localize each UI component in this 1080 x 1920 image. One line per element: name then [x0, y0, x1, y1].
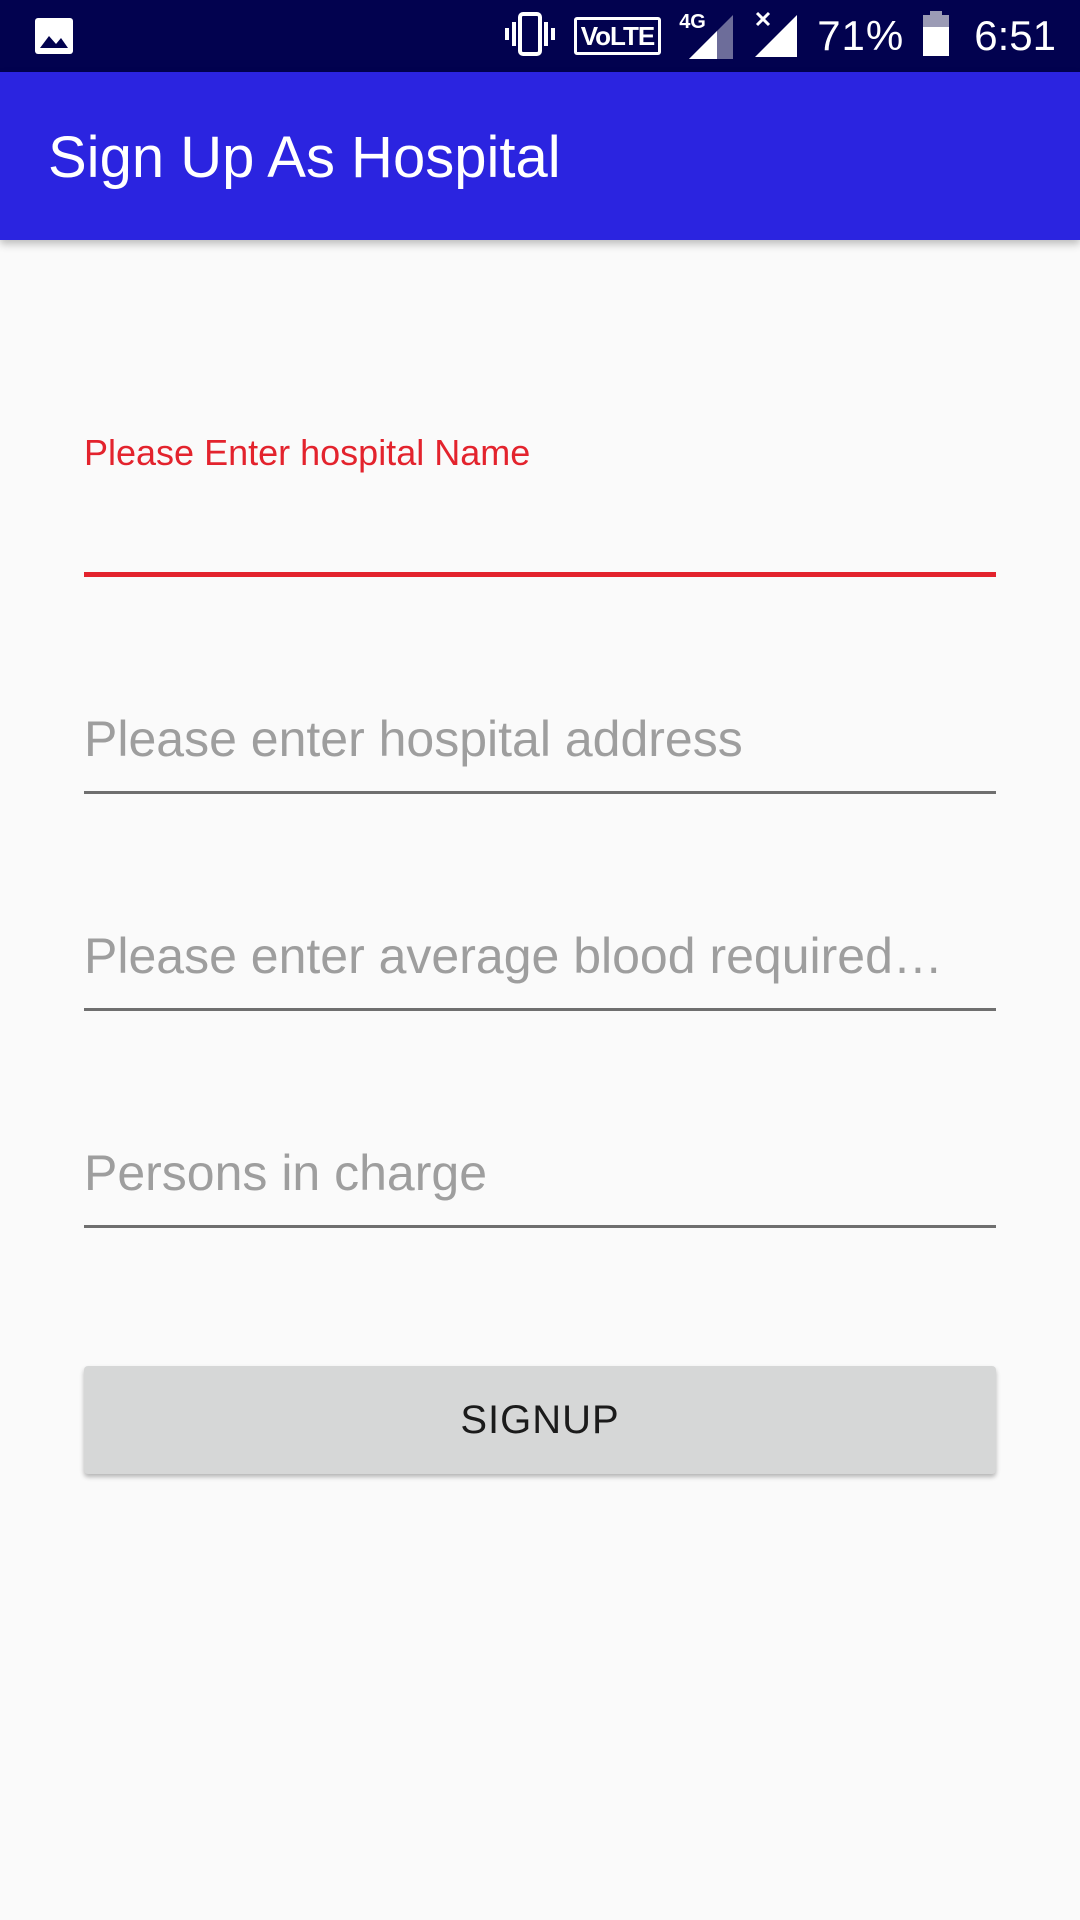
clock: 6:51: [974, 12, 1056, 59]
image-icon: [34, 17, 74, 55]
persons-in-charge-placeholder: Persons in charge: [84, 1145, 488, 1201]
screen: VoLTE 4G 71% 6:51 Sign Up As Hospital Pl…: [0, 0, 1080, 1920]
hospital-address-field[interactable]: Please enter hospital address: [84, 710, 996, 800]
persons-in-charge-field[interactable]: Persons in charge: [84, 1144, 996, 1234]
signal-4g-icon: 4G: [679, 11, 735, 61]
battery-percent: 71%: [817, 12, 905, 59]
volte-indicator: VoLTE: [573, 17, 662, 55]
hospital-address-placeholder: Please enter hospital address: [84, 711, 743, 767]
page-title: Sign Up As Hospital: [48, 125, 561, 190]
hospital-address-underline: [84, 791, 996, 794]
signup-button[interactable]: SIGNUP: [84, 1366, 996, 1474]
average-blood-underline: [84, 1008, 996, 1011]
persons-in-charge-underline: [84, 1225, 996, 1228]
vibrate-icon: [504, 11, 556, 61]
status-icons: VoLTE 4G 71% 6:51: [504, 0, 1056, 72]
average-blood-placeholder: Please enter average blood required…: [84, 928, 943, 984]
signal-icon: [753, 9, 799, 64]
hospital-name-field[interactable]: Please Enter hospital Name: [84, 432, 996, 582]
hospital-name-error-label: Please Enter hospital Name: [84, 432, 531, 473]
status-bar: VoLTE 4G 71% 6:51: [0, 0, 1080, 72]
app-bar: Sign Up As Hospital: [0, 72, 1080, 240]
average-blood-field[interactable]: Please enter average blood required…: [84, 927, 996, 1017]
hospital-name-underline: [84, 572, 996, 577]
battery-icon: [922, 10, 950, 62]
